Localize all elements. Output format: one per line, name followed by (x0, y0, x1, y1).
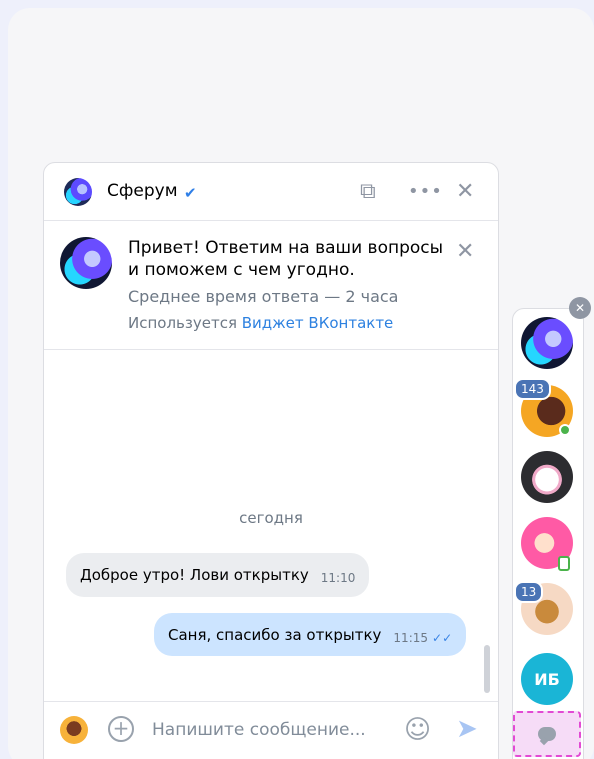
attribution-prefix: Используется (128, 314, 242, 332)
widget-attribution: Используется Виджет ВКонтакте (128, 314, 393, 332)
open-external-icon[interactable]: ⧉ (360, 178, 376, 206)
read-check-icon: ✓✓ (432, 630, 453, 645)
attach-plus-icon[interactable]: + (108, 716, 134, 742)
chat-title[interactable]: Сферум (107, 181, 178, 201)
message-text: Саня, спасибо за открытку (168, 625, 382, 644)
message-time: 11:15 (393, 630, 429, 645)
rail-avatar-bunny[interactable] (521, 451, 573, 503)
new-chat-button[interactable] (513, 711, 581, 757)
more-icon[interactable]: ••• (408, 178, 443, 206)
scrollbar-thumb[interactable] (484, 645, 490, 693)
mobile-online-icon (558, 556, 570, 571)
message-incoming[interactable]: Доброе утро! Лови открытку 11:10 (66, 553, 370, 597)
rail-close-icon[interactable]: ✕ (569, 297, 591, 319)
composer: + ☺ ➤ (44, 701, 498, 759)
message-input[interactable] (152, 716, 392, 744)
community-logo-icon[interactable] (64, 178, 92, 206)
message-text: Доброе утро! Лови открытку (80, 566, 309, 584)
response-time: Среднее время ответа — 2 часа (128, 287, 399, 306)
verified-icon: ✔ (184, 184, 197, 202)
rail-avatar-initials[interactable]: ИБ (521, 653, 573, 705)
close-chat-icon[interactable]: ✕ (456, 178, 474, 206)
chat-window: Сферум ✔ ⧉ ••• ✕ Привет! Ответим на ваши… (43, 162, 499, 759)
send-icon[interactable]: ➤ (456, 714, 478, 744)
message-outgoing[interactable]: Саня, спасибо за открытку 11:15 ✓✓ (154, 613, 467, 656)
message-time: 11:10 (320, 571, 356, 585)
day-separator: сегодня (239, 509, 303, 527)
unread-badge: 13 (514, 581, 544, 603)
rail-avatar-sferum[interactable] (521, 317, 573, 369)
online-status-icon (559, 424, 571, 436)
chat-header: Сферум ✔ ⧉ ••• ✕ (44, 163, 498, 221)
chat-bubble-icon (538, 727, 556, 741)
community-avatar (60, 237, 112, 289)
emoji-icon[interactable]: ☺ (404, 715, 431, 745)
my-avatar[interactable] (60, 716, 88, 744)
widget-link[interactable]: Виджет ВКонтакте (242, 314, 394, 332)
greeting-text: Привет! Ответим на ваши вопросы и поможе… (128, 238, 444, 280)
greeting-close-icon[interactable]: ✕ (456, 239, 474, 264)
greeting-panel: Привет! Ответим на ваши вопросы и поможе… (44, 221, 498, 350)
unread-badge: 143 (514, 378, 551, 400)
